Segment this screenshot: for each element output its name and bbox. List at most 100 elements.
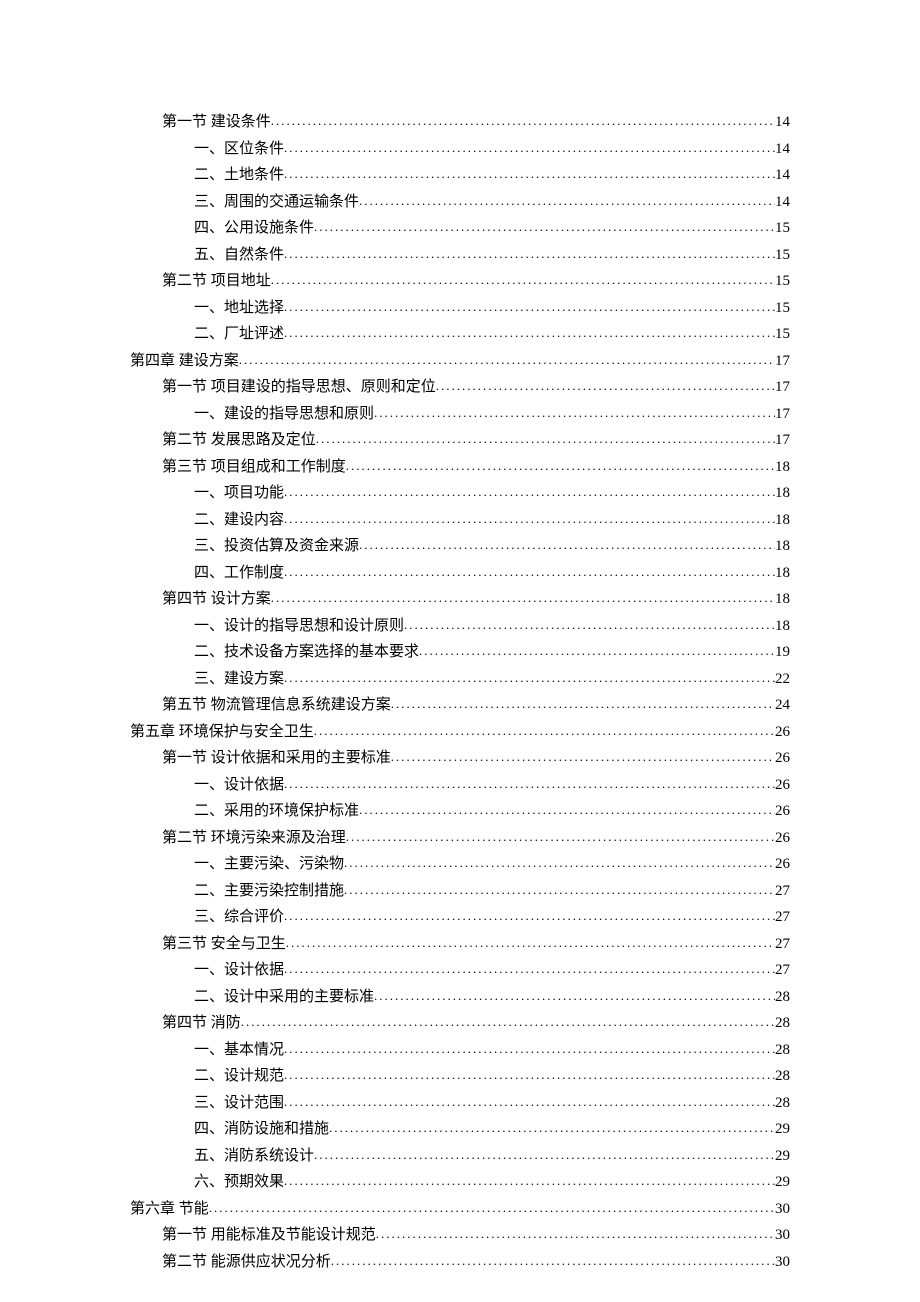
toc-page-number: 29 <box>775 1144 790 1170</box>
toc-leader-dots <box>271 269 775 291</box>
toc-entry: 一、设计的指导思想和设计原则 18 <box>130 614 790 640</box>
toc-page-number: 29 <box>775 1170 790 1196</box>
toc-leader-dots <box>316 428 775 450</box>
toc-leader-dots <box>284 773 775 795</box>
toc-page-number: 26 <box>775 799 790 825</box>
toc-leader-dots <box>391 746 775 768</box>
toc-leader-dots <box>284 243 775 265</box>
toc-label: 三、周围的交通运输条件 <box>194 190 359 216</box>
toc-page-number: 27 <box>775 958 790 984</box>
toc-entry: 第三节 安全与卫生27 <box>130 932 790 958</box>
toc-leader-dots <box>374 985 775 1007</box>
toc-page-number: 18 <box>775 455 790 481</box>
toc-label: 四、消防设施和措施 <box>194 1117 329 1143</box>
toc-leader-dots <box>436 375 775 397</box>
toc-leader-dots <box>284 296 775 318</box>
toc-leader-dots <box>391 693 775 715</box>
toc-leader-dots <box>284 481 775 503</box>
toc-entry: 第四节 设计方案18 <box>130 587 790 613</box>
toc-entry: 二、技术设备方案选择的基本要求19 <box>130 640 790 666</box>
toc-leader-dots <box>239 349 775 371</box>
toc-page-number: 26 <box>775 773 790 799</box>
toc-entry: 第四章 建设方案17 <box>130 349 790 375</box>
toc-label: 一、设计依据 <box>194 773 284 799</box>
toc-leader-dots <box>314 216 775 238</box>
toc-leader-dots <box>346 826 775 848</box>
toc-entry: 二、土地条件14 <box>130 163 790 189</box>
toc-page-number: 14 <box>775 190 790 216</box>
toc-label: 第五节 物流管理信息系统建设方案 <box>162 693 391 719</box>
toc-entry: 第二节 项目地址15 <box>130 269 790 295</box>
toc-page-number: 15 <box>775 216 790 242</box>
toc-leader-dots <box>284 1064 775 1086</box>
toc-page-number: 30 <box>775 1250 790 1276</box>
toc-page-number: 24 <box>775 693 790 719</box>
toc-page-number: 18 <box>775 614 790 640</box>
toc-label: 第五章 环境保护与安全卫生 <box>130 720 314 746</box>
toc-leader-dots <box>284 137 775 159</box>
toc-page-number: 27 <box>775 879 790 905</box>
toc-label: 二、建设内容 <box>194 508 284 534</box>
toc-label: 五、自然条件 <box>194 243 284 269</box>
toc-leader-dots <box>284 1091 775 1113</box>
toc-label: 六、预期效果 <box>194 1170 284 1196</box>
toc-entry: 第一节 用能标准及节能设计规范30 <box>130 1223 790 1249</box>
toc-label: 第六章 节能 <box>130 1197 209 1223</box>
toc-label: 五、消防系统设计 <box>194 1144 314 1170</box>
toc-leader-dots <box>329 1117 775 1139</box>
toc-leader-dots <box>376 1223 775 1245</box>
toc-entry: 二、采用的环境保护标准 26 <box>130 799 790 825</box>
toc-entry: 一、设计依据27 <box>130 958 790 984</box>
toc-entry: 第一节 项目建设的指导思想、原则和定位 17 <box>130 375 790 401</box>
toc-entry: 二、厂址评述15 <box>130 322 790 348</box>
toc-leader-dots <box>314 1144 775 1166</box>
toc-label: 第四节 消防 <box>162 1011 241 1037</box>
toc-label: 第二节 环境污染来源及治理 <box>162 826 346 852</box>
toc-label: 三、综合评价 <box>194 905 284 931</box>
toc-page-number: 28 <box>775 1038 790 1064</box>
toc-label: 一、项目功能 <box>194 481 284 507</box>
toc-label: 一、基本情况 <box>194 1038 284 1064</box>
toc-label: 三、投资估算及资金来源 <box>194 534 359 560</box>
toc-page-number: 17 <box>775 375 790 401</box>
toc-entry: 二、设计中采用的主要标准28 <box>130 985 790 1011</box>
toc-entry: 一、设计依据 26 <box>130 773 790 799</box>
toc-label: 第一节 设计依据和采用的主要标准 <box>162 746 391 772</box>
toc-page-number: 18 <box>775 481 790 507</box>
toc-label: 第三节 项目组成和工作制度 <box>162 455 346 481</box>
table-of-contents: 第一节 建设条件14一、区位条件14二、土地条件14三、周围的交通运输条件14四… <box>130 110 790 1275</box>
toc-page-number: 18 <box>775 561 790 587</box>
toc-page-number: 26 <box>775 826 790 852</box>
toc-entry: 第四节 消防28 <box>130 1011 790 1037</box>
toc-label: 四、工作制度 <box>194 561 284 587</box>
toc-leader-dots <box>241 1011 775 1033</box>
toc-entry: 四、工作制度 18 <box>130 561 790 587</box>
toc-label: 第一节 项目建设的指导思想、原则和定位 <box>162 375 436 401</box>
toc-entry: 第二节 环境污染来源及治理 26 <box>130 826 790 852</box>
toc-label: 一、区位条件 <box>194 137 284 163</box>
toc-page-number: 27 <box>775 905 790 931</box>
toc-page-number: 28 <box>775 1064 790 1090</box>
toc-page-number: 18 <box>775 508 790 534</box>
toc-entry: 三、周围的交通运输条件 14 <box>130 190 790 216</box>
toc-page-number: 28 <box>775 985 790 1011</box>
toc-label: 二、技术设备方案选择的基本要求 <box>194 640 419 666</box>
toc-label: 第二节 发展思路及定位 <box>162 428 316 454</box>
toc-entry: 一、基本情况 28 <box>130 1038 790 1064</box>
toc-entry: 第二节 发展思路及定位17 <box>130 428 790 454</box>
toc-page-number: 15 <box>775 322 790 348</box>
toc-leader-dots <box>346 455 775 477</box>
toc-label: 二、采用的环境保护标准 <box>194 799 359 825</box>
toc-label: 三、建设方案 <box>194 667 284 693</box>
toc-entry: 一、区位条件 14 <box>130 137 790 163</box>
toc-label: 一、设计的指导思想和设计原则 <box>194 614 404 640</box>
toc-page-number: 18 <box>775 534 790 560</box>
toc-page-number: 18 <box>775 587 790 613</box>
toc-entry: 三、投资估算及资金来源 18 <box>130 534 790 560</box>
toc-page-number: 14 <box>775 137 790 163</box>
toc-leader-dots <box>284 508 775 530</box>
toc-entry: 第六章 节能30 <box>130 1197 790 1223</box>
toc-leader-dots <box>286 932 775 954</box>
toc-label: 一、主要污染、污染物 <box>194 852 344 878</box>
toc-leader-dots <box>344 879 775 901</box>
